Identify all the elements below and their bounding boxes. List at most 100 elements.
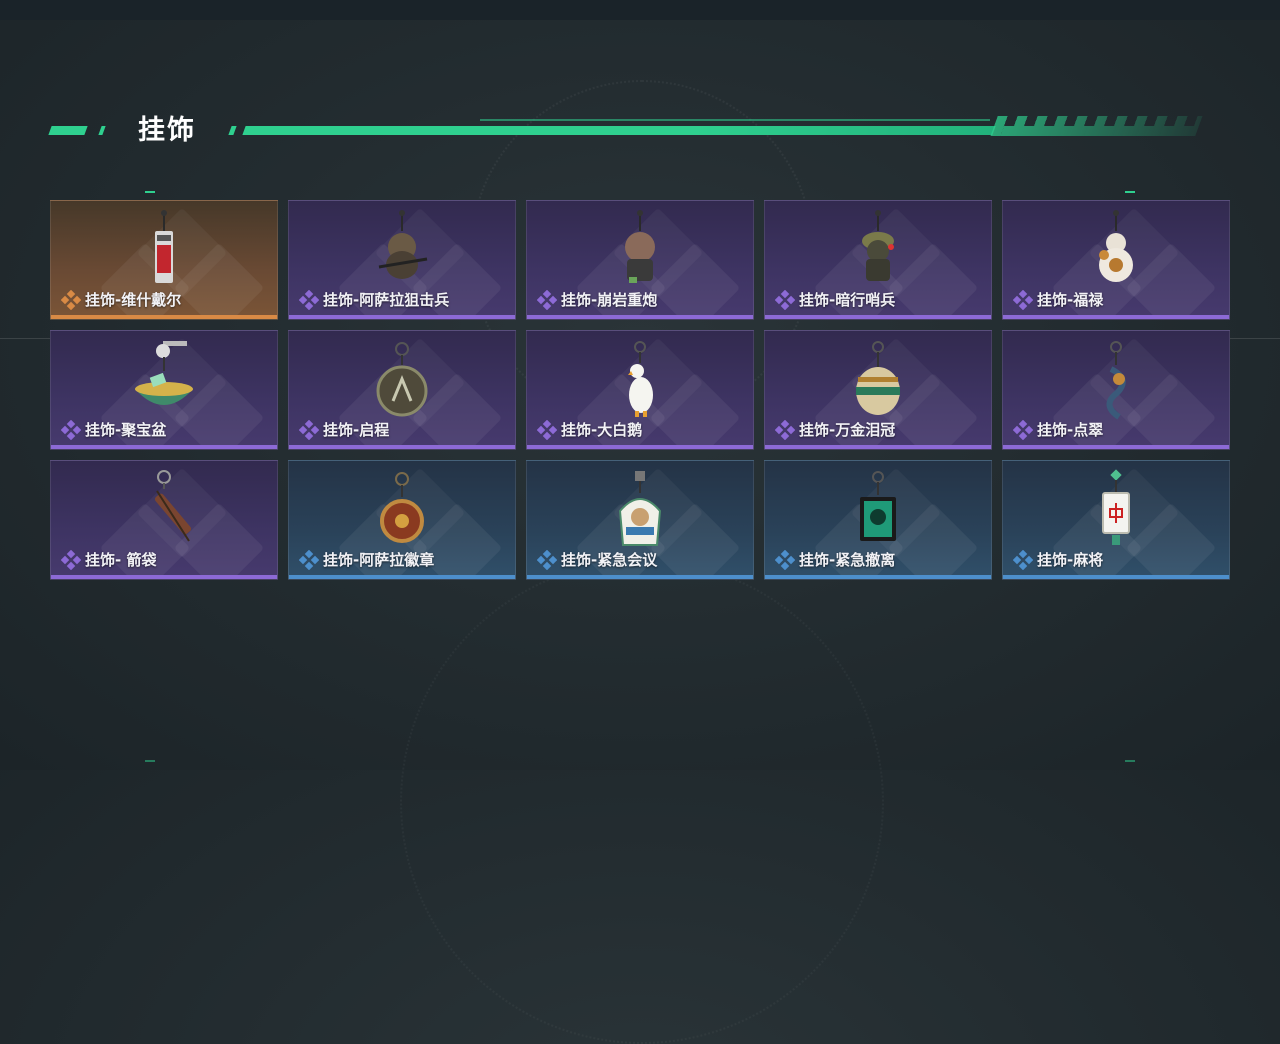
- charm-name: 挂饰-崩岩重炮: [561, 291, 658, 309]
- header-accent-bar: [242, 126, 996, 135]
- rarity-icon: [537, 289, 557, 310]
- meeting-charm-icon: [527, 465, 753, 555]
- charm-card[interactable]: 挂饰-阿萨拉徽章: [288, 460, 516, 580]
- card-label-row: 挂饰-启程: [299, 419, 389, 440]
- charm-card[interactable]: 挂饰-启程: [288, 330, 516, 450]
- rarity-strip: [1003, 315, 1229, 319]
- charm-card[interactable]: 挂饰- 箭袋: [50, 460, 278, 580]
- charm-name: 挂饰-聚宝盆: [85, 421, 167, 439]
- card-label-row: 挂饰-紧急撤离: [775, 549, 895, 570]
- vishdel-charm-icon: [51, 205, 277, 295]
- crown-charm-icon: [765, 335, 991, 425]
- mahjong-charm-icon: [1003, 465, 1229, 555]
- card-label-row: 挂饰-阿萨拉狙击兵: [299, 289, 449, 310]
- rarity-strip: [1003, 445, 1229, 449]
- card-label-row: 挂饰-阿萨拉徽章: [299, 549, 434, 570]
- rarity-icon: [61, 419, 81, 440]
- background-decoration: [400, 560, 884, 1044]
- charm-name: 挂饰-暗行哨兵: [799, 291, 896, 309]
- charm-name: 挂饰-万金泪冠: [799, 421, 896, 439]
- rarity-strip: [51, 445, 277, 449]
- card-label-row: 挂饰-聚宝盆: [61, 419, 166, 440]
- rarity-icon: [537, 549, 557, 570]
- section-title: 挂饰: [138, 115, 196, 146]
- charm-card[interactable]: 挂饰-阿萨拉狙击兵: [288, 200, 516, 320]
- rarity-icon: [537, 419, 557, 440]
- sentry-charm-icon: [862, 210, 894, 281]
- charm-card[interactable]: 挂饰-聚宝盆: [50, 330, 278, 450]
- card-label-row: 挂饰-福禄: [1013, 289, 1103, 310]
- card-label-row: 挂饰-点翠: [1013, 419, 1103, 440]
- rarity-strip: [527, 445, 753, 449]
- charm-name: 挂饰-紧急撤离: [799, 551, 896, 569]
- header-checker-pattern: [990, 116, 1203, 136]
- kingfisher-charm-icon: [1003, 335, 1229, 425]
- charm-name: 挂饰-维什戴尔: [85, 291, 182, 309]
- vishdel-charm-icon: [155, 210, 173, 283]
- rarity-icon: [299, 549, 319, 570]
- quiver-charm-icon: [154, 470, 192, 542]
- goose-charm-icon: [628, 341, 653, 417]
- heavy-gunner-charm-icon: [625, 210, 655, 283]
- rarity-icon: [775, 419, 795, 440]
- card-label-row: 挂饰-维什戴尔: [61, 289, 181, 310]
- badge-charm-icon: [289, 465, 515, 555]
- rarity-icon: [61, 289, 81, 310]
- kingfisher-charm-icon: [1106, 341, 1126, 420]
- corner-tick: [1125, 760, 1135, 762]
- charm-name: 挂饰-启程: [323, 421, 390, 439]
- evacuation-charm-icon: [860, 471, 896, 541]
- rarity-icon: [299, 289, 319, 310]
- header-accent: [48, 126, 88, 135]
- charm-name: 挂饰- 箭袋: [85, 551, 157, 569]
- rarity-icon: [775, 289, 795, 310]
- mahjong-charm-icon: [1102, 469, 1130, 545]
- rarity-strip: [51, 575, 277, 579]
- top-bar: [0, 0, 1280, 20]
- sentry-charm-icon: [765, 205, 991, 295]
- charm-card[interactable]: 挂饰-麻将: [1002, 460, 1230, 580]
- card-label-row: 挂饰-紧急会议: [537, 549, 657, 570]
- corner-tick: [145, 191, 155, 193]
- sniper-charm-icon: [289, 205, 515, 295]
- charm-card[interactable]: 挂饰-福禄: [1002, 200, 1230, 320]
- corner-tick: [1125, 191, 1135, 193]
- treasure-bowl-charm-icon: [135, 341, 193, 405]
- rarity-strip: [289, 315, 515, 319]
- charm-name: 挂饰-点翠: [1037, 421, 1104, 439]
- charm-card[interactable]: 挂饰-紧急撤离: [764, 460, 992, 580]
- rarity-strip: [527, 575, 753, 579]
- charm-name: 挂饰-阿萨拉徽章: [323, 551, 435, 569]
- charm-card[interactable]: 挂饰-万金泪冠: [764, 330, 992, 450]
- evacuation-charm-icon: [765, 465, 991, 555]
- card-label-row: 挂饰-大白鹅: [537, 419, 642, 440]
- rarity-icon: [299, 419, 319, 440]
- charm-card[interactable]: 挂饰-紧急会议: [526, 460, 754, 580]
- charm-card[interactable]: 挂饰-大白鹅: [526, 330, 754, 450]
- rarity-icon: [1013, 419, 1033, 440]
- goose-charm-icon: [527, 335, 753, 425]
- charm-card[interactable]: 挂饰-崩岩重炮: [526, 200, 754, 320]
- departure-ring-charm-icon: [289, 335, 515, 425]
- divider: [1230, 338, 1280, 339]
- rarity-icon: [61, 549, 81, 570]
- charm-card[interactable]: 挂饰-暗行哨兵: [764, 200, 992, 320]
- rarity-strip: [765, 315, 991, 319]
- divider: [0, 338, 50, 339]
- quiver-charm-icon: [51, 465, 277, 555]
- meeting-charm-icon: [618, 471, 662, 546]
- rarity-strip: [289, 575, 515, 579]
- header-accent-line: [480, 119, 990, 121]
- rarity-icon: [1013, 289, 1033, 310]
- treasure-bowl-charm-icon: [51, 335, 277, 425]
- charm-name: 挂饰-大白鹅: [561, 421, 643, 439]
- charm-card[interactable]: 挂饰-点翠: [1002, 330, 1230, 450]
- rarity-strip: [527, 315, 753, 319]
- rarity-strip: [289, 445, 515, 449]
- gourd-charm-icon: [1003, 205, 1229, 295]
- charm-name: 挂饰-紧急会议: [561, 551, 658, 569]
- rarity-icon: [775, 549, 795, 570]
- sniper-charm-icon: [378, 210, 428, 279]
- charm-card[interactable]: 挂饰-维什戴尔: [50, 200, 278, 320]
- rarity-strip: [765, 445, 991, 449]
